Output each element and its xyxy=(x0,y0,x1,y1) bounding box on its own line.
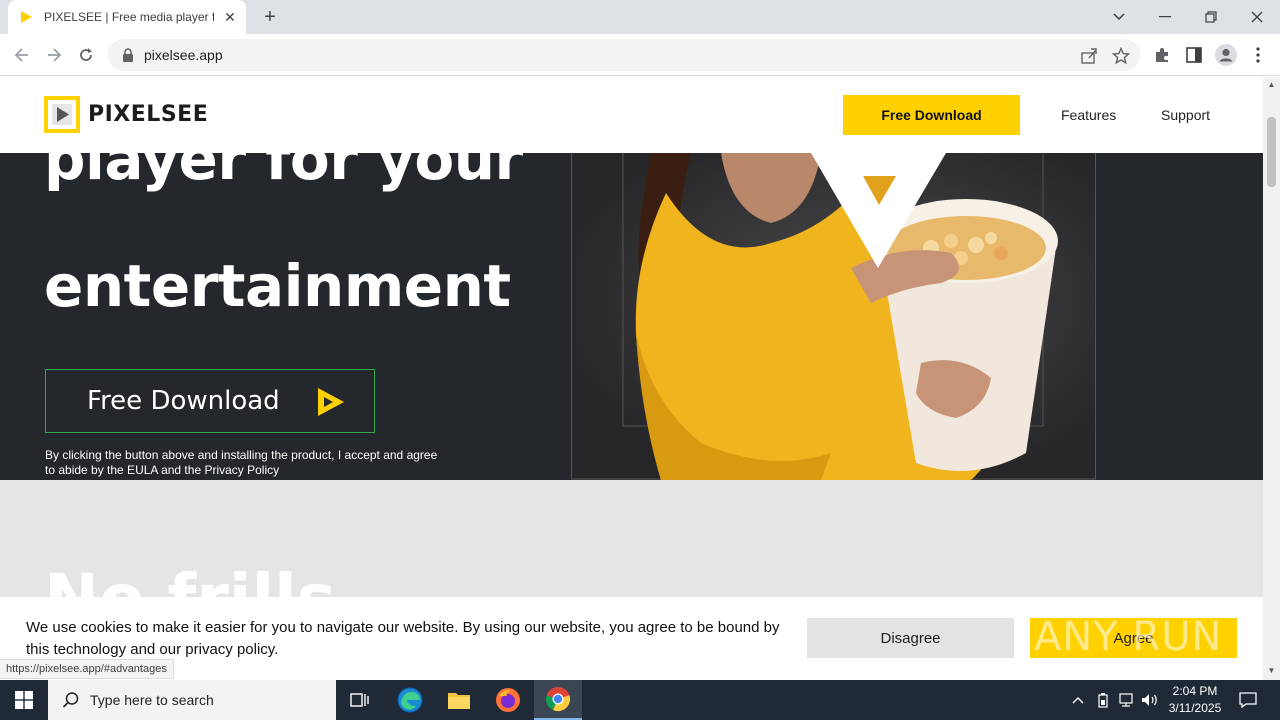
restore-icon[interactable] xyxy=(1188,0,1234,34)
site-logo[interactable]: PIXELSEE xyxy=(44,96,208,133)
hero-section: player for your entertainment Free Downl… xyxy=(0,153,1263,480)
tab-search-icon[interactable] xyxy=(1096,0,1142,34)
reload-icon[interactable] xyxy=(74,43,98,67)
windows-taskbar: Type here to search 2:04 PM 3/11/2025 xyxy=(0,680,1280,720)
cookie-text: We use cookies to make it easier for you… xyxy=(26,619,780,658)
forward-icon[interactable] xyxy=(42,43,66,67)
eula-note: By clicking the button above and install… xyxy=(45,448,438,477)
back-icon[interactable] xyxy=(10,43,34,67)
hero-title-line2: entertainment xyxy=(44,252,511,320)
search-icon xyxy=(62,692,79,708)
hero-download-label: Free Download xyxy=(87,386,280,416)
bookmark-star-icon[interactable] xyxy=(1112,47,1130,65)
windows-start-icon[interactable] xyxy=(0,680,48,720)
link-status-bubble: https://pixelsee.app/#advantages xyxy=(0,659,174,679)
task-view-icon[interactable] xyxy=(336,680,384,720)
profile-avatar-icon[interactable] xyxy=(1215,44,1237,66)
tab-title: PIXELSEE | Free media player for xyxy=(44,10,214,24)
battery-icon[interactable] xyxy=(1094,680,1112,720)
scroll-thumb[interactable] xyxy=(1267,117,1276,187)
taskbar-clock[interactable]: 2:04 PM 3/11/2025 xyxy=(1160,683,1230,717)
firefox-icon[interactable] xyxy=(484,680,532,720)
cookie-banner: We use cookies to make it easier for you… xyxy=(0,597,1263,680)
pixelsee-logo-icon xyxy=(44,96,80,133)
address-bar[interactable]: pixelsee.app xyxy=(108,39,1140,71)
volume-icon[interactable] xyxy=(1140,680,1160,720)
network-icon[interactable] xyxy=(1116,680,1136,720)
nav-support-link[interactable]: Support xyxy=(1161,107,1210,123)
notification-icon[interactable] xyxy=(1234,680,1262,720)
tray-chevron-up-icon[interactable] xyxy=(1068,680,1088,720)
logo-text: PIXELSEE xyxy=(88,102,209,127)
hero-photo xyxy=(571,153,1096,480)
close-window-icon[interactable] xyxy=(1234,0,1280,34)
site-header: PIXELSEE Free Download Features Support xyxy=(0,77,1263,153)
edge-icon[interactable] xyxy=(386,680,434,720)
taskbar-search-placeholder: Type here to search xyxy=(90,692,214,708)
play-arrow-icon xyxy=(318,388,344,416)
share-icon[interactable] xyxy=(1080,47,1098,65)
nav-features-link[interactable]: Features xyxy=(1061,107,1116,123)
cookie-agree-button[interactable]: Agree xyxy=(1030,618,1237,658)
menu-kebab-icon[interactable] xyxy=(1249,46,1267,64)
hero-title-line1: player for your xyxy=(44,153,523,193)
hero-download-button[interactable]: Free Download xyxy=(45,369,375,433)
chrome-icon[interactable] xyxy=(534,680,582,720)
clock-time: 2:04 PM xyxy=(1172,684,1218,698)
tab-close-icon[interactable]: ✕ xyxy=(222,9,238,25)
clock-date: 3/11/2025 xyxy=(1168,701,1222,715)
new-tab-icon[interactable]: + xyxy=(259,6,281,28)
page-viewport: PIXELSEE Free Download Features Support xyxy=(0,77,1263,680)
side-panel-icon[interactable] xyxy=(1185,46,1203,64)
browser-tab[interactable]: PIXELSEE | Free media player for ✕ xyxy=(8,0,246,34)
file-explorer-icon[interactable] xyxy=(435,680,483,720)
cookie-disagree-button[interactable]: Disagree xyxy=(807,618,1014,658)
browser-toolbar: pixelsee.app xyxy=(0,34,1280,76)
header-download-button[interactable]: Free Download xyxy=(843,95,1020,135)
url-text: pixelsee.app xyxy=(144,47,223,63)
minimize-icon[interactable] xyxy=(1142,0,1188,34)
taskbar-search[interactable]: Type here to search xyxy=(48,680,336,720)
scroll-up-icon[interactable]: ▲ xyxy=(1267,81,1276,89)
page-scrollbar[interactable]: ▲ ▼ xyxy=(1263,77,1280,680)
scroll-down-icon[interactable]: ▼ xyxy=(1267,667,1276,675)
pixelsee-favicon-icon xyxy=(21,11,32,23)
lock-icon xyxy=(123,48,133,62)
extensions-icon[interactable] xyxy=(1153,46,1171,64)
browser-tab-bar: PIXELSEE | Free media player for ✕ + xyxy=(0,0,1280,34)
